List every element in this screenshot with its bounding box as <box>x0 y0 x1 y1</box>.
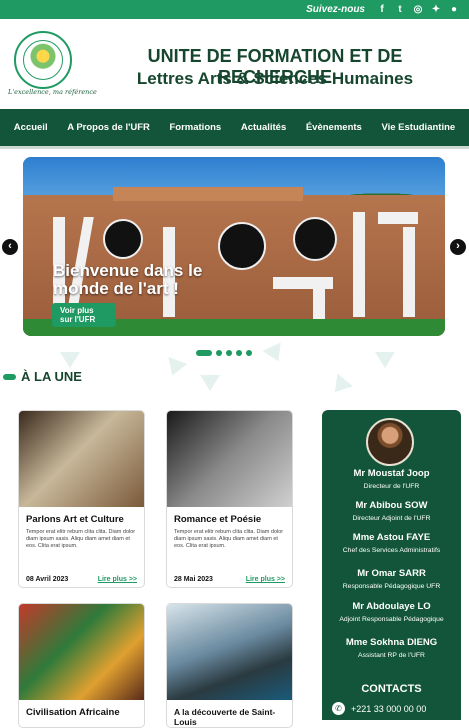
staff-entry: Mr Omar SARR Responsable Pédagogique UFR <box>322 568 461 590</box>
instagram-icon[interactable]: ◎ <box>413 4 423 15</box>
nav-divider <box>0 146 469 149</box>
nav-item-accueil[interactable]: Accueil <box>14 122 48 133</box>
contact-phone[interactable]: ✆ +221 33 000 00 00 <box>332 702 426 715</box>
card-title: A la découverte de Saint-Louis <box>174 707 276 727</box>
facade-window <box>218 222 266 270</box>
main-nav: Accueil A Propos de l'UFR Formations Act… <box>0 109 469 146</box>
card-title: Parlons Art et Culture <box>26 514 124 525</box>
hero-more-button[interactable]: Voir plus sur l'UFR <box>52 303 116 327</box>
nav-item-formations[interactable]: Formations <box>169 122 221 133</box>
hero-slider[interactable]: Bienvenue dans le monde de l'art ! Voir … <box>23 157 445 336</box>
social-bar: Suivez-nous f t ◎ ✦ ● <box>0 0 469 19</box>
staff-name: Mr Moustaf Joop <box>353 468 430 479</box>
slider-dot[interactable] <box>236 350 242 356</box>
hero-heading-line1: Bienvenue dans le <box>53 261 203 280</box>
slider-prev-button[interactable]: ‹ <box>2 239 18 255</box>
card-read-more-link[interactable]: Lire plus >> <box>98 576 137 583</box>
staff-entry: Mme Astou FAYE Chef des Services Adminis… <box>322 532 461 554</box>
facade-window <box>103 219 143 259</box>
card-title: Romance et Poésie <box>174 514 262 525</box>
news-card[interactable]: Civilisation Africaine <box>18 603 145 728</box>
staff-entry: Mr Abdoulaye LO Adjoint Responsable Péda… <box>322 601 461 623</box>
card-text: Tempor erat elitr rebum clita clita. Dia… <box>174 529 284 549</box>
university-logo[interactable] <box>14 31 72 89</box>
card-image <box>167 411 292 507</box>
site-header: L'excellence, ma référence UNITE DE FORM… <box>0 19 469 107</box>
logo-slogan: L'excellence, ma référence <box>8 88 97 96</box>
section-marker <box>3 374 16 380</box>
card-image <box>19 411 144 507</box>
staff-role: Directeur Adjoint de l'UFR <box>352 515 431 522</box>
phone-number: +221 33 000 00 00 <box>351 703 427 714</box>
facade-window <box>293 217 337 261</box>
facade-pattern <box>313 287 325 322</box>
staff-name: Mr Abibou SOW <box>355 500 428 511</box>
section-title: À LA UNE <box>21 369 82 384</box>
hero-button-line1: Voir plus <box>60 306 94 315</box>
staff-role: Directeur de l'UFR <box>363 483 420 490</box>
nav-item-a-propos[interactable]: A Propos de l'UFR <box>67 122 150 133</box>
hero-heading-line2: monde de l'art ! <box>53 279 179 298</box>
slider-next-button[interactable]: › <box>450 239 466 255</box>
staff-role: Assistant RP de l'UFR <box>358 652 425 659</box>
facade-pattern <box>353 212 365 317</box>
slider-dot[interactable] <box>226 350 232 356</box>
staff-name: Mme Sokhna DIENG <box>345 637 438 648</box>
staff-entry: Mme Sokhna DIENG Assistant RP de l'UFR <box>322 637 461 659</box>
facebook-icon[interactable]: f <box>377 4 387 15</box>
card-footer: 08 Avril 2023 Lire plus >> <box>26 576 137 583</box>
twitter-icon[interactable]: t <box>395 4 405 15</box>
decor-triangle <box>200 375 220 391</box>
card-image <box>167 604 292 700</box>
card-title: Civilisation Africaine <box>26 707 120 718</box>
news-card[interactable]: A la découverte de Saint-Louis <box>166 603 293 728</box>
card-read-more-link[interactable]: Lire plus >> <box>246 576 285 583</box>
site-subtitle: Lettres Arts & Sciences Humaines <box>136 69 414 88</box>
staff-entry: Mr Abibou SOW Directeur Adjoint de l'UFR <box>322 500 461 522</box>
staff-sidebar: Mr Moustaf Joop Directeur de l'UFR Mr Ab… <box>322 410 461 720</box>
hero-roof <box>113 187 303 201</box>
card-date: 08 Avril 2023 <box>26 576 69 583</box>
facade-pattern <box>378 212 418 224</box>
slider-dot[interactable] <box>216 350 222 356</box>
nav-item-vie-estudiantine[interactable]: Vie Estudiantine <box>381 122 455 133</box>
news-card[interactable]: Parlons Art et Culture Tempor erat elitr… <box>18 410 145 588</box>
facade-pattern <box>403 227 415 317</box>
slider-dot[interactable] <box>196 350 212 356</box>
twitter-bird-icon[interactable]: ✦ <box>431 4 441 15</box>
nav-item-actualites[interactable]: Actualités <box>241 122 286 133</box>
card-image <box>19 604 144 700</box>
decor-triangle <box>375 352 395 368</box>
decor-triangle <box>327 373 353 399</box>
slider-pagination <box>196 350 252 356</box>
decor-triangle <box>60 352 80 368</box>
card-text: Tempor erat elitr rebum clita clita. Dia… <box>26 529 136 549</box>
decor-triangle <box>162 357 188 379</box>
staff-name: Mr Abdoulaye LO <box>352 601 431 612</box>
phone-icon: ✆ <box>332 702 345 715</box>
news-card[interactable]: Romance et Poésie Tempor erat elitr rebu… <box>166 410 293 588</box>
card-date: 28 Mai 2023 <box>174 576 213 583</box>
staff-role: Responsable Pédagogique UFR <box>342 583 441 590</box>
staff-name: Mme Astou FAYE <box>352 532 431 543</box>
github-icon[interactable]: ● <box>449 4 459 15</box>
contacts-title: CONTACTS <box>361 683 422 695</box>
staff-role: Chef des Services Administratifs <box>342 547 441 554</box>
decor-triangle <box>262 342 288 366</box>
staff-entry: Mr Moustaf Joop Directeur de l'UFR <box>322 468 461 490</box>
hero-heading: Bienvenue dans le monde de l'art ! <box>53 262 202 298</box>
hero-button-line2: sur l'UFR <box>60 315 96 324</box>
nav-item-evenements[interactable]: Évènements <box>306 122 362 133</box>
staff-role: Adjoint Responsable Pédagogique <box>339 616 444 623</box>
follow-label: Suivez-nous <box>306 4 365 15</box>
staff-name: Mr Omar SARR <box>357 568 426 579</box>
slider-dot[interactable] <box>246 350 252 356</box>
director-avatar <box>366 418 414 466</box>
card-footer: 28 Mai 2023 Lire plus >> <box>174 576 285 583</box>
logo-emblem-icon <box>23 40 63 80</box>
